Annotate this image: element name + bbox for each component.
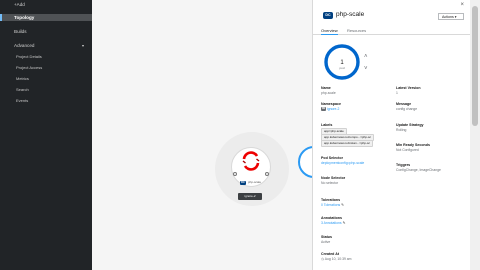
pencil-icon[interactable]: ✎ [341,203,344,207]
label-chip[interactable]: app.kubernetes.io/instan...=php-sc [321,140,373,147]
sidebar-item-builds[interactable]: Builds [0,28,92,35]
triggers-label: Triggers [396,163,411,167]
message-value: config change [396,107,418,111]
scale-up-icon[interactable]: ˄ [364,54,368,60]
scrollbar-thumb[interactable] [472,6,478,126]
application-group-label[interactable]: ignore-2 [238,193,262,200]
node-selector-label: Node Selector [321,176,346,180]
openshift-logo-icon [242,151,260,171]
tab-resources[interactable]: Resources [347,27,366,34]
pencil-icon[interactable]: ✎ [343,221,346,225]
actions-dropdown[interactable]: Actions ▾ [438,13,464,20]
status-label: Status [321,235,332,239]
chevron-down-icon: ▾ [81,43,84,48]
update-strategy-label: Update Strategy [396,123,424,127]
namespace-link[interactable]: NS ignore-2 [321,107,339,111]
tolerations-value: 0 Tolerations [321,203,341,207]
ns-badge: NS [321,107,326,111]
panel-title: php-scale [336,11,365,18]
panel-scrollbar[interactable] [470,0,480,270]
created-timestamp: Aug 10, 10:39 am [324,257,352,261]
clock-icon: ◷ [321,257,324,261]
sidebar-nav: +Add Topology Builds Advanced ▾ Project … [0,0,92,270]
pod-selector-label: Pod Selector [321,156,343,160]
sidebar-item-advanced[interactable]: Advanced ▾ [0,42,92,49]
sidebar-item-search[interactable]: Search [0,86,92,93]
node-selector-value: No selector [321,181,339,185]
node-decorator-right[interactable] [265,172,269,176]
update-strategy-value: Rolling [396,128,407,132]
tolerations-link[interactable]: 0 Tolerations✎ [321,203,344,207]
sidebar-advanced-label: Advanced [14,43,35,48]
topology-canvas[interactable] [92,0,312,270]
scale-down-icon[interactable]: ˅ [364,66,368,72]
status-value: Active [321,240,331,244]
sidebar-item-topology[interactable]: Topology [0,14,92,21]
sidebar-item-metrics[interactable]: Metrics [0,75,92,82]
close-icon[interactable]: × [460,2,464,8]
panel-tabs: Overview Resources [313,27,471,35]
sidebar-item-events[interactable]: Events [0,97,92,104]
tab-overview[interactable]: Overview [321,27,338,35]
panel-dc-badge: DC [323,12,333,19]
labels-label: Labels [321,123,333,127]
namespace-value: ignore-2 [327,107,340,111]
sidebar-item-project-access[interactable]: Project Access [0,64,92,71]
pod-ring-chart: 1 pod [324,44,360,80]
name-label: Name [321,86,331,90]
latest-version-label: Latest Version [396,86,421,90]
namespace-label: Namespace [321,102,341,106]
created-value: ◷ Aug 10, 10:39 am [321,257,352,261]
min-ready-value: Not Configured [396,148,419,152]
tolerations-label: Tolerations [321,198,341,202]
triggers-value: ConfigChange, ImageChange [396,168,441,172]
node-name: php-scale [248,180,262,184]
details-panel: × DC php-scale Actions ▾ Overview Resour… [312,0,471,270]
annotations-value: 3 Annotations [321,221,342,225]
name-value: php-scale [321,91,336,95]
min-ready-label: Min Ready Seconds [396,143,430,147]
message-label: Message [396,102,412,106]
pod-unit: pod [339,66,344,70]
annotations-link[interactable]: 3 Annotations✎ [321,221,345,225]
created-label: Created At [321,252,340,256]
pod-selector-link[interactable]: deploymentconfig=php-scale [321,161,364,165]
latest-version-value: 1 [396,91,398,95]
sidebar-item-project-details[interactable]: Project Details [0,53,92,60]
annotations-label: Annotations [321,216,342,220]
sidebar-item-add[interactable]: +Add [0,1,92,8]
node-dc-badge: DC [240,181,246,185]
node-decorator-left[interactable] [233,172,237,176]
